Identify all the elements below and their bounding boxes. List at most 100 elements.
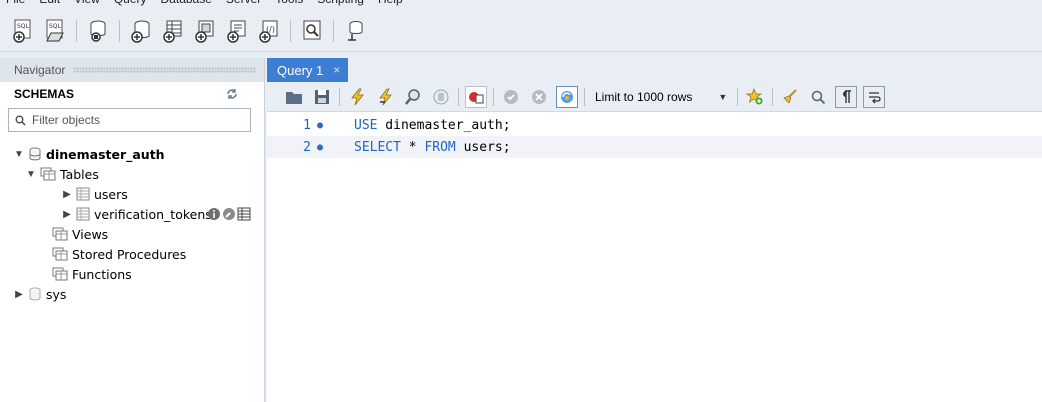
main-toolbar: SQL SQL (/) bbox=[0, 10, 1042, 52]
search-table-data-button[interactable] bbox=[299, 18, 325, 44]
menu-edit[interactable]: Edit bbox=[33, 0, 68, 8]
open-sql-script-button[interactable]: SQL bbox=[42, 18, 68, 44]
create-view-button[interactable] bbox=[192, 18, 218, 44]
tree-label: Views bbox=[72, 226, 109, 242]
toolbar-separator bbox=[339, 87, 340, 106]
info-icon[interactable] bbox=[207, 207, 221, 221]
execute-button[interactable] bbox=[346, 86, 368, 108]
create-function-icon: (/) bbox=[259, 20, 278, 43]
create-table-button[interactable] bbox=[160, 18, 186, 44]
lightning-cursor-icon bbox=[379, 88, 392, 105]
add-snippet-button[interactable] bbox=[744, 86, 766, 108]
refresh-icon[interactable] bbox=[226, 88, 238, 100]
filter-objects-input[interactable] bbox=[32, 113, 232, 127]
lightning-icon bbox=[351, 88, 364, 105]
expand-arrow-icon[interactable]: ▶ bbox=[14, 289, 24, 300]
new-sql-tab-button[interactable]: SQL bbox=[10, 18, 36, 44]
wrench-icon[interactable] bbox=[222, 207, 236, 221]
menu-scripting[interactable]: Scripting bbox=[311, 0, 372, 8]
svg-text:SQL: SQL bbox=[17, 23, 30, 30]
expand-arrow-icon[interactable]: ▶ bbox=[62, 189, 72, 200]
create-view-icon bbox=[195, 20, 214, 43]
broom-icon bbox=[783, 88, 798, 104]
collapse-arrow-icon[interactable]: ▼ bbox=[14, 149, 24, 160]
tree-label: sys bbox=[46, 286, 67, 302]
reconnect-icon bbox=[348, 20, 363, 41]
toolbar-separator bbox=[76, 19, 77, 42]
rollback-icon bbox=[532, 89, 546, 104]
sql-editor-area: Query 1 × Limit to 1000 rows ▼ 1 ● USE d… bbox=[267, 58, 1042, 402]
code-line[interactable]: 1 ● USE dinemaster_auth; bbox=[267, 114, 1042, 136]
toolbar-separator bbox=[119, 19, 120, 42]
tree-functions-folder[interactable]: Functions bbox=[52, 264, 132, 284]
editor-tab-bar: Query 1 × bbox=[267, 58, 1042, 82]
sql-keyword: USE bbox=[354, 117, 378, 133]
tree-label: dinemaster_auth bbox=[46, 146, 165, 162]
code-line-current[interactable]: 2 ● SELECT * FROM users; bbox=[267, 136, 1042, 158]
menu-file[interactable]: File bbox=[0, 0, 33, 8]
tab-query-1[interactable]: Query 1 × bbox=[267, 58, 349, 82]
stop-button[interactable] bbox=[430, 86, 452, 108]
folder-icon bbox=[286, 91, 302, 104]
table-icon bbox=[76, 187, 90, 201]
commit-button[interactable] bbox=[500, 86, 522, 108]
tree-table-verification-tokens[interactable]: ▶ verification_tokens bbox=[62, 204, 251, 224]
tree-tables-folder[interactable]: ▼ Tables bbox=[26, 164, 99, 184]
create-schema-button[interactable] bbox=[128, 18, 154, 44]
commit-icon bbox=[504, 89, 518, 104]
workbench-window: File Edit View Query Database Server Too… bbox=[0, 0, 1042, 402]
hover-actions bbox=[207, 207, 251, 221]
create-procedure-button[interactable] bbox=[224, 18, 250, 44]
create-function-button[interactable]: (/) bbox=[256, 18, 282, 44]
table-icon bbox=[76, 207, 90, 221]
save-button[interactable] bbox=[311, 86, 333, 108]
dropdown-caret-icon: ▼ bbox=[718, 91, 728, 102]
tree-table-users[interactable]: ▶ users bbox=[62, 184, 128, 204]
tree-procedures-folder[interactable]: Stored Procedures bbox=[52, 244, 186, 264]
menu-view[interactable]: View bbox=[68, 0, 108, 8]
statement-marker-icon: ● bbox=[317, 119, 324, 131]
navigator-header: Navigator bbox=[0, 58, 264, 82]
tree-schema-sys[interactable]: ▶ sys bbox=[14, 284, 66, 304]
word-wrap-button[interactable] bbox=[863, 85, 886, 108]
explain-magnifier-icon bbox=[405, 88, 420, 105]
filter-objects-field[interactable] bbox=[8, 108, 251, 132]
autocommit-toggle[interactable] bbox=[556, 85, 578, 108]
menu-query[interactable]: Query bbox=[108, 0, 155, 8]
execute-current-button[interactable] bbox=[374, 86, 396, 108]
navigator-title: Navigator bbox=[14, 63, 66, 77]
reconnect-button[interactable] bbox=[342, 18, 368, 44]
toolbar-separator bbox=[737, 87, 739, 106]
menu-server[interactable]: Server bbox=[220, 0, 269, 8]
open-file-button[interactable] bbox=[283, 86, 305, 108]
invisible-chars-button[interactable] bbox=[835, 85, 858, 108]
menu-tools[interactable]: Tools bbox=[269, 0, 311, 8]
menu-help[interactable]: Help bbox=[372, 0, 411, 8]
menu-database[interactable]: Database bbox=[155, 0, 220, 8]
inspector-button[interactable] bbox=[85, 18, 111, 44]
collapse-arrow-icon[interactable]: ▼ bbox=[26, 169, 36, 180]
tables-folder-icon bbox=[40, 167, 56, 181]
tree-label: Stored Procedures bbox=[72, 246, 187, 262]
rollback-button[interactable] bbox=[528, 86, 550, 108]
limit-rows-select[interactable]: Limit to 1000 rows ▼ bbox=[595, 90, 727, 104]
search-icon bbox=[812, 90, 826, 104]
expand-arrow-icon[interactable]: ▶ bbox=[62, 209, 72, 220]
code-text: SELECT * FROM users; bbox=[354, 140, 511, 155]
close-tab-icon[interactable]: × bbox=[333, 63, 340, 77]
beautify-button[interactable] bbox=[779, 86, 801, 108]
explain-button[interactable] bbox=[402, 86, 424, 108]
tree-views-folder[interactable]: Views bbox=[52, 224, 108, 244]
sql-editor-toolbar: Limit to 1000 rows ▼ bbox=[267, 82, 1042, 112]
views-folder-icon bbox=[52, 227, 68, 241]
toolbar-separator bbox=[333, 19, 334, 42]
tree-label: Functions bbox=[72, 266, 132, 282]
tree-label: users bbox=[94, 186, 128, 202]
table-data-icon[interactable] bbox=[237, 207, 251, 221]
panel-grip[interactable] bbox=[73, 67, 256, 73]
tree-schema-dinemaster-auth[interactable]: ▼ dinemaster_auth bbox=[14, 144, 165, 164]
code-editor[interactable]: 1 ● USE dinemaster_auth; 2 ● SELECT * FR… bbox=[267, 112, 1042, 402]
find-button[interactable] bbox=[807, 86, 829, 108]
toolbar-separator bbox=[458, 87, 459, 106]
toggle-error-button[interactable] bbox=[465, 85, 487, 108]
